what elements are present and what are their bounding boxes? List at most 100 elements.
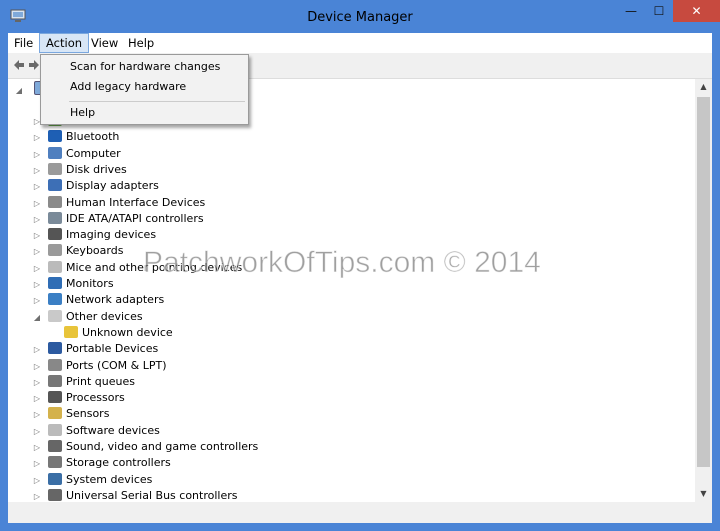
scroll-up-arrow-icon[interactable]: ▲ bbox=[695, 79, 712, 95]
network-icon bbox=[48, 293, 62, 306]
tree-category-row[interactable]: ▷ Sound, video and game controllers bbox=[32, 439, 258, 455]
expand-arrow-icon[interactable]: ▷ bbox=[32, 261, 42, 277]
tree-item-label: Portable Devices bbox=[66, 342, 159, 356]
expand-arrow-icon[interactable]: ▷ bbox=[32, 440, 42, 456]
expand-arrow-icon[interactable]: ▷ bbox=[32, 424, 42, 440]
monitor-icon bbox=[48, 277, 62, 289]
tree-item-label: Bluetooth bbox=[66, 130, 120, 144]
computer-icon bbox=[48, 146, 62, 159]
menu-action[interactable]: Action bbox=[39, 33, 90, 53]
expand-arrow-icon[interactable]: ▷ bbox=[32, 228, 42, 244]
hid-icon bbox=[48, 195, 62, 208]
action-dropdown-menu: Scan for hardware changes Add legacy har… bbox=[40, 54, 249, 125]
add-legacy-hardware-item[interactable]: Add legacy hardware bbox=[42, 78, 247, 96]
tree-item-label: Other devices bbox=[66, 309, 143, 323]
vertical-scrollbar[interactable]: ▲ ▼ bbox=[695, 79, 712, 502]
tree-category-row[interactable]: ▷ Bluetooth bbox=[32, 129, 119, 145]
collapse-arrow-icon[interactable]: ◢ bbox=[14, 83, 24, 99]
tree-category-row[interactable]: ▷ Imaging devices bbox=[32, 227, 156, 243]
tree-item-label: IDE ATA/ATAPI controllers bbox=[66, 211, 204, 225]
tree-item-label: Computer bbox=[66, 146, 121, 160]
back-arrow-icon[interactable] bbox=[11, 58, 25, 72]
scroll-down-arrow-icon[interactable]: ▼ bbox=[695, 486, 712, 502]
tree-item-label: Storage controllers bbox=[66, 456, 171, 470]
printer-icon bbox=[48, 374, 62, 387]
tree-child-row[interactable]: Unknown device bbox=[48, 325, 173, 341]
sound-icon bbox=[48, 440, 62, 452]
action-help-item[interactable]: Help bbox=[42, 104, 247, 122]
tree-category-row[interactable]: ▷ Print queues bbox=[32, 374, 135, 390]
tree-category-row[interactable]: ▷ Storage controllers bbox=[32, 455, 171, 471]
expand-arrow-icon[interactable]: ▷ bbox=[32, 196, 42, 212]
ide-icon bbox=[48, 211, 62, 224]
tree-category-row[interactable]: ▷ Keyboards bbox=[32, 243, 123, 259]
expand-arrow-icon[interactable]: ▷ bbox=[32, 244, 42, 260]
expand-arrow-icon[interactable]: ▷ bbox=[32, 489, 42, 502]
portable-icon bbox=[48, 342, 62, 355]
close-button[interactable]: ✕ bbox=[673, 0, 720, 22]
tree-category-row[interactable]: ▷ Computer bbox=[32, 146, 121, 162]
window-title: Device Manager bbox=[307, 10, 413, 25]
tree-category-row[interactable]: ▷ Human Interface Devices bbox=[32, 195, 205, 211]
tree-item-label: Print queues bbox=[66, 374, 135, 388]
expand-arrow-icon[interactable]: ▷ bbox=[32, 179, 42, 195]
expand-arrow-icon[interactable]: ▷ bbox=[32, 375, 42, 391]
expand-arrow-icon[interactable]: ▷ bbox=[32, 293, 42, 309]
tree-category-row[interactable]: ▷ Universal Serial Bus controllers bbox=[32, 488, 237, 502]
tree-category-row[interactable]: ▷ Sensors bbox=[32, 406, 109, 422]
expand-arrow-icon[interactable]: ▷ bbox=[32, 130, 42, 146]
mouse-icon bbox=[48, 260, 62, 273]
camera-icon bbox=[48, 228, 62, 241]
tree-category-row[interactable]: ▷ Portable Devices bbox=[32, 341, 158, 357]
tree-item-label: Sound, video and game controllers bbox=[66, 440, 259, 453]
device-manager-window: Device Manager — ☐ ✕ File Action View He… bbox=[0, 0, 720, 531]
expand-arrow-icon[interactable]: ▷ bbox=[32, 163, 42, 179]
tree-item-label: Processors bbox=[66, 391, 125, 405]
menu-file[interactable]: File bbox=[8, 34, 39, 52]
tree-category-row[interactable]: ▷ Processors bbox=[32, 390, 125, 406]
software-icon bbox=[48, 423, 62, 436]
collapse-arrow-icon[interactable]: ◢ bbox=[32, 310, 42, 326]
tree-item-label: Ports (COM & LPT) bbox=[66, 358, 167, 372]
menu-view[interactable]: View bbox=[85, 34, 124, 52]
tree-category-row[interactable]: ▷ Ports (COM & LPT) bbox=[32, 358, 167, 374]
tree-item-label: Disk drives bbox=[66, 162, 127, 176]
menu-separator bbox=[69, 101, 245, 102]
expand-arrow-icon[interactable]: ▷ bbox=[32, 456, 42, 472]
title-bar[interactable]: Device Manager — ☐ ✕ bbox=[0, 0, 720, 32]
tree-item-label: Keyboards bbox=[66, 244, 124, 258]
device-tree: ◢ ▷Batteries▷Bluetooth▷Computer▷Disk dri… bbox=[8, 79, 695, 502]
tree-category-row[interactable]: ▷ System devices bbox=[32, 472, 152, 488]
expand-arrow-icon[interactable]: ▷ bbox=[32, 342, 42, 358]
tree-category-row[interactable]: ▷ Network adapters bbox=[32, 292, 164, 308]
processor-icon bbox=[48, 391, 62, 404]
status-bar bbox=[8, 502, 712, 523]
tree-category-row[interactable]: ◢ Other devices bbox=[32, 309, 143, 325]
tree-category-row[interactable]: ▷ Monitors bbox=[32, 276, 114, 292]
expand-arrow-icon[interactable]: ▷ bbox=[32, 359, 42, 375]
tree-item-label: System devices bbox=[66, 472, 153, 486]
tree-category-row[interactable]: ▷ Disk drives bbox=[32, 162, 127, 178]
expand-arrow-icon[interactable]: ▷ bbox=[32, 212, 42, 228]
expand-arrow-icon[interactable]: ▷ bbox=[32, 473, 42, 489]
minimize-button[interactable]: — bbox=[617, 0, 645, 22]
tree-category-row[interactable]: ▷ IDE ATA/ATAPI controllers bbox=[32, 211, 204, 227]
watermark-text: PatchworkOfTips.com © 2014 bbox=[143, 246, 542, 280]
menu-help[interactable]: Help bbox=[122, 34, 160, 52]
expand-arrow-icon[interactable]: ▷ bbox=[32, 391, 42, 407]
expand-arrow-icon[interactable]: ▷ bbox=[32, 147, 42, 163]
expand-arrow-icon[interactable]: ▷ bbox=[32, 407, 42, 423]
expand-arrow-icon[interactable]: ▷ bbox=[32, 277, 42, 293]
system-icon bbox=[48, 472, 62, 485]
scan-for-hardware-changes-item[interactable]: Scan for hardware changes bbox=[42, 58, 247, 76]
tree-category-row[interactable]: ▷ Display adapters bbox=[32, 178, 159, 194]
tree-item-label: Software devices bbox=[66, 423, 160, 437]
bluetooth-icon bbox=[48, 130, 62, 143]
usb-icon bbox=[48, 488, 62, 501]
maximize-button[interactable]: ☐ bbox=[645, 0, 673, 22]
tree-item-label: Sensors bbox=[66, 407, 110, 421]
tree-item-label: Imaging devices bbox=[66, 228, 157, 242]
storage-icon bbox=[48, 456, 62, 469]
scrollbar-thumb[interactable] bbox=[697, 97, 710, 467]
tree-category-row[interactable]: ▷ Software devices bbox=[32, 423, 160, 439]
